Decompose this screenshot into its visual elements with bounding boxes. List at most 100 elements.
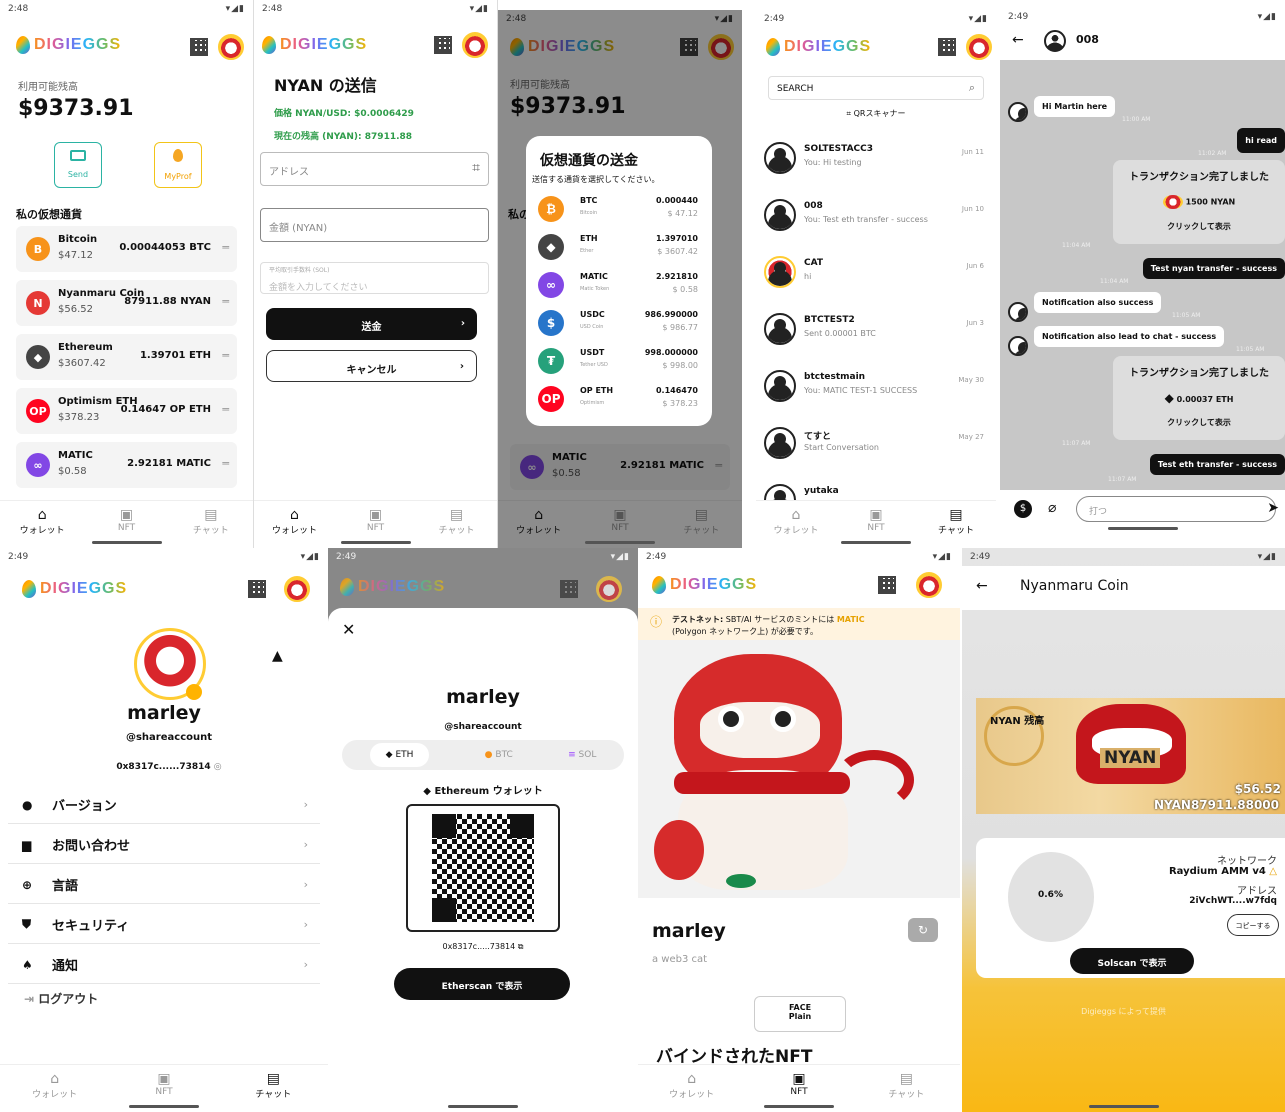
myprof-button[interactable]: MyProf <box>154 142 202 188</box>
nav-wallet[interactable]: ⌂ ウォレット <box>662 1071 722 1100</box>
chat-list-item[interactable]: BTCTEST2 Sent 0.00001 BTC Jun 3 <box>764 309 988 353</box>
etherscan-button[interactable]: Etherscan で表示 <box>394 968 570 1000</box>
copy-icon[interactable]: ⧉ <box>518 942 524 951</box>
menu-item-notification[interactable]: ♠ 通知 › <box>8 946 320 984</box>
back-arrow-icon[interactable]: ← <box>976 578 988 594</box>
transaction-card[interactable]: トランザクション完了しました ◆ 0.00037 ETH クリックして表示 <box>1113 356 1285 440</box>
drag-handle-icon[interactable]: ═ <box>222 403 229 416</box>
solscan-button[interactable]: Solscan で表示 <box>1070 948 1194 974</box>
chat-list-item[interactable]: てすと Start Conversation May 27 <box>764 423 988 467</box>
currency-option[interactable]: ◆ ETH Ether 1.397010 $ 3607.42 <box>534 230 698 264</box>
crypto-send-icon[interactable]: $ <box>1014 500 1032 518</box>
cancel-button[interactable]: キャンセル › <box>266 350 477 382</box>
chat-list-item[interactable]: 008 You: Test eth transfer - success Jun… <box>764 195 988 239</box>
nft-icon: ▣ <box>119 507 134 523</box>
nav-wallet[interactable]: ⌂ ウォレット <box>766 507 826 536</box>
logo-drop-icon <box>262 36 276 54</box>
qr-code-icon[interactable] <box>434 36 452 54</box>
contact-avatar <box>1044 30 1066 52</box>
qr-code-icon[interactable] <box>248 580 266 598</box>
logout-button[interactable]: ⇥ ログアウト <box>24 990 98 1007</box>
currency-option[interactable]: OP OP ETH Optimism 0.146470 $ 378.23 <box>534 382 698 416</box>
nav-nft[interactable]: ▣ NFT <box>846 507 906 533</box>
drag-handle-icon[interactable]: ═ <box>222 241 229 254</box>
coin-price: $47.12 <box>58 250 93 261</box>
qr-code-icon[interactable] <box>938 38 956 56</box>
drag-handle-icon[interactable]: ═ <box>222 295 229 308</box>
menu-item-version[interactable]: ● バージョン › <box>8 786 320 824</box>
address-field[interactable]: アドレス ⌗ <box>260 152 489 186</box>
coin-icon: ∞ <box>26 453 50 477</box>
nav-wallet[interactable]: ⌂ ウォレット <box>12 507 72 536</box>
chat-list-item[interactable]: btctestmain You: MATIC TEST-1 SUCCESS Ma… <box>764 366 988 410</box>
drag-handle-icon[interactable]: ═ <box>222 349 229 362</box>
bell-icon[interactable]: ▲ <box>272 648 283 664</box>
currency-option[interactable]: ∞ MATIC Matic Token 2.921810 $ 0.58 <box>534 268 698 302</box>
nav-chat[interactable]: ▤ チャット <box>926 507 986 536</box>
nav-chat[interactable]: ▤ チャット <box>181 507 241 536</box>
message-outgoing: Test eth transfer - success <box>1149 454 1285 475</box>
tab-sol[interactable]: ≡ SOL <box>568 750 596 760</box>
coin-row[interactable]: ◆ Ethereum $3607.42 1.39701 ETH ═ <box>16 334 237 380</box>
tab-eth[interactable]: ◆ ETH <box>369 743 430 767</box>
back-arrow-icon[interactable]: ← <box>1012 32 1024 48</box>
chat-date: May 30 <box>958 376 984 384</box>
menu-item-language[interactable]: ⊕ 言語 › <box>8 866 320 904</box>
qr-code-icon[interactable] <box>190 38 208 56</box>
send-icon[interactable]: ➤ <box>1267 500 1279 516</box>
avatar[interactable] <box>966 34 992 60</box>
send-button[interactable]: 送金 › <box>266 308 477 340</box>
avatar[interactable] <box>596 576 622 602</box>
language-icon: ⊕ <box>22 877 33 892</box>
send-button[interactable]: Send <box>54 142 102 188</box>
transaction-card[interactable]: トランザクション完了しました 1500 NYAN クリックして表示 <box>1113 160 1285 244</box>
coin-row[interactable]: N Nyanmaru Coin $56.52 87911.88 NYAN ═ <box>16 280 237 326</box>
refresh-button[interactable]: ↻ <box>908 918 938 942</box>
receive-sheet: ✕ marley @shareaccount ◆ ETH ● BTC ≡ SOL… <box>328 608 638 1112</box>
tab-btc[interactable]: ● BTC <box>485 750 513 760</box>
message-input[interactable]: 打つ <box>1076 496 1276 522</box>
scan-icon[interactable]: ⌗ <box>472 160 480 176</box>
nav-chat[interactable]: ▤ チャット <box>876 1071 936 1100</box>
coin-row[interactable]: OP Optimism ETH $378.23 0.14647 OP ETH ═ <box>16 388 237 434</box>
balance-label: 利用可能残高 <box>18 82 78 93</box>
avatar[interactable] <box>218 34 244 60</box>
qr-code-icon[interactable] <box>560 580 578 598</box>
nav-nft[interactable]: ▣ NFT <box>96 507 156 533</box>
coin-row[interactable]: ∞ MATIC $0.58 2.92181 MATIC ═ <box>16 442 237 488</box>
search-input[interactable]: SEARCH ⌕ <box>768 76 984 100</box>
coin-usd: $ 378.23 <box>662 399 698 408</box>
amount-field[interactable]: 金額 (NYAN) <box>260 208 489 242</box>
eye-icon[interactable]: ◎ <box>214 762 222 772</box>
attachment-icon[interactable]: ⌀ <box>1048 500 1056 516</box>
nav-nft[interactable]: ▣ NFT <box>134 1071 194 1097</box>
currency-option[interactable]: ₮ USDT Tether USD 998.000000 $ 998.00 <box>534 344 698 378</box>
qr-code-icon[interactable] <box>878 576 896 594</box>
coin-row[interactable]: B Bitcoin $47.12 0.00044053 BTC ═ <box>16 226 237 272</box>
chat-preview: Sent 0.00001 BTC <box>804 329 876 338</box>
menu-item-security[interactable]: ⛊ セキュリティ › <box>8 906 320 944</box>
chat-list-item[interactable]: SOLTESTACC3 You: Hi testing Jun 11 <box>764 138 988 182</box>
drag-handle-icon[interactable]: ═ <box>222 457 229 470</box>
coin-icon: OP <box>26 399 50 423</box>
close-icon[interactable]: ✕ <box>342 620 355 639</box>
receive-name: marley <box>446 686 520 708</box>
nav-wallet[interactable]: ⌂ ウォレット <box>25 1071 85 1100</box>
nav-nft[interactable]: ▣ NFT <box>346 507 406 533</box>
menu-item-contact[interactable]: ▆ お問い合わせ › <box>8 826 320 864</box>
nav-chat[interactable]: ▤ チャット <box>243 1071 303 1100</box>
avatar[interactable] <box>284 576 310 602</box>
avatar[interactable] <box>462 32 488 58</box>
avatar[interactable] <box>916 572 942 598</box>
nav-nft[interactable]: ▣ NFT <box>769 1071 829 1097</box>
nav-wallet[interactable]: ⌂ ウォレット <box>265 507 325 536</box>
currency-option[interactable]: $ USDC USD Coin 986.990000 $ 986.77 <box>534 306 698 340</box>
chat-list-item[interactable]: CAT hi Jun 6 <box>764 252 988 296</box>
copy-button[interactable]: コピーする <box>1227 914 1279 936</box>
currency-option[interactable]: ₿ BTC Bitcoin 0.000440 $ 47.12 <box>534 192 698 226</box>
qr-scanner-button[interactable]: ⌗ QRスキャナー <box>756 108 996 119</box>
nav-chat[interactable]: ▤ チャット <box>427 507 487 536</box>
search-icon[interactable]: ⌕ <box>969 81 975 95</box>
signal-icon: ▾◢▮ <box>610 552 630 562</box>
send-screen: 2:48 ▾◢▮ DIGIEGGS NYAN の送信 価格 NYAN/USD: $… <box>254 0 498 548</box>
